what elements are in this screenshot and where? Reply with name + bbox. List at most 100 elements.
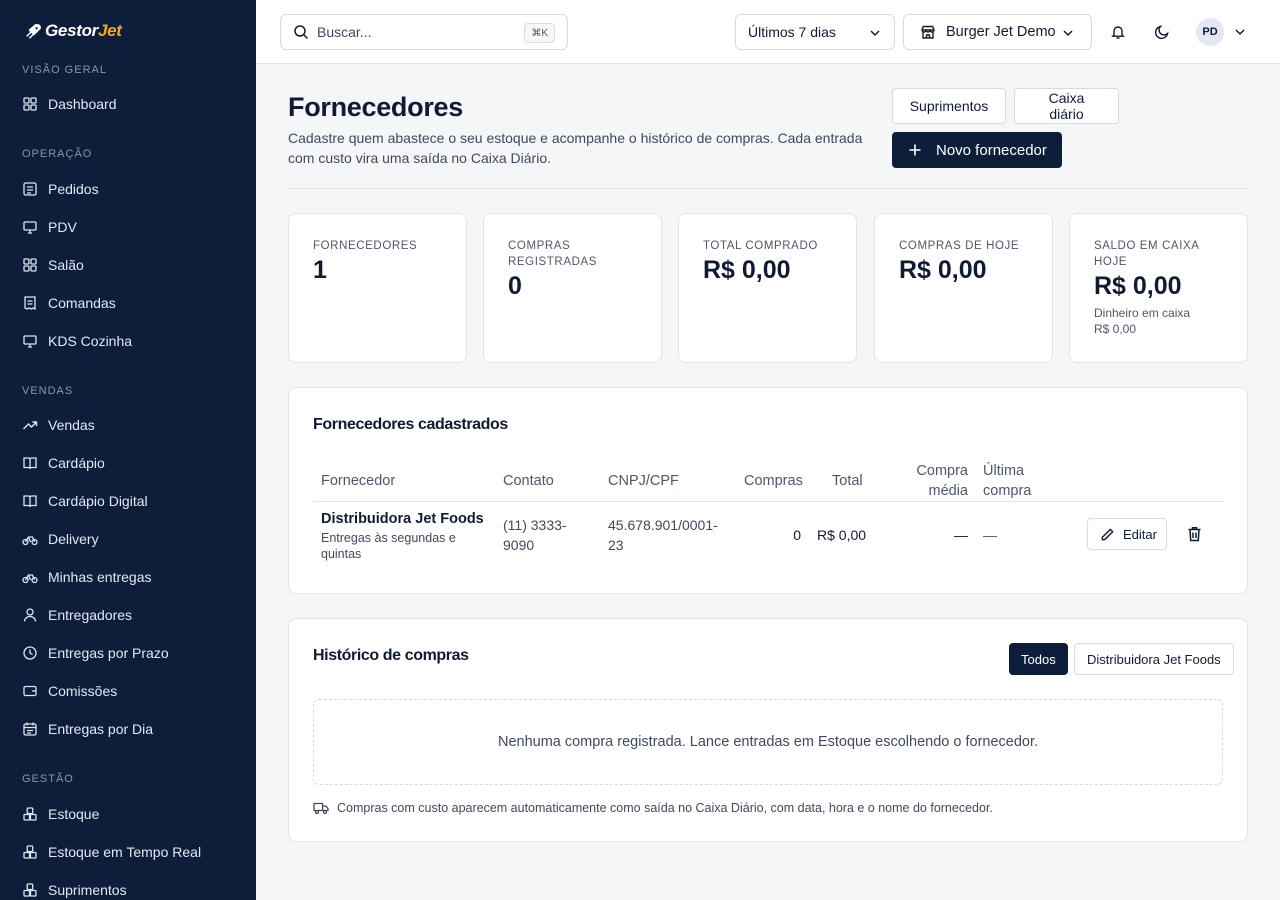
sidebar-item-entregadores[interactable]: Entregadores bbox=[22, 600, 242, 630]
boxes-icon bbox=[22, 844, 38, 860]
sidebar-item-label: Delivery bbox=[48, 531, 99, 547]
sidebar-item-label: Minhas entregas bbox=[48, 569, 152, 585]
col-fornecedor: Fornecedor bbox=[321, 473, 396, 489]
stat-value: R$ 0,00 bbox=[703, 256, 791, 284]
monitor-icon bbox=[22, 219, 38, 235]
sidebar-item-label: Salão bbox=[48, 257, 84, 273]
stat-value: 1 bbox=[313, 256, 327, 284]
truck-icon bbox=[313, 802, 329, 815]
search-input[interactable] bbox=[317, 24, 507, 40]
notifications-button[interactable] bbox=[1108, 22, 1128, 42]
sidebar-item-vendas[interactable]: Vendas bbox=[22, 410, 242, 440]
sidebar-item-label: Dashboard bbox=[48, 96, 117, 112]
stat-card-fornecedores: Fornecedores 1 bbox=[288, 213, 467, 363]
sidebar-item-suprimentos[interactable]: Suprimentos bbox=[22, 875, 242, 900]
sidebar-item-cardapio-digital[interactable]: Cardápio Digital bbox=[22, 486, 242, 516]
sidebar-item-label: Comissões bbox=[48, 683, 118, 699]
sidebar-item-dashboard[interactable]: Dashboard bbox=[22, 89, 242, 119]
sidebar-item-cardapio[interactable]: Cardápio bbox=[22, 448, 242, 478]
brand-logo[interactable]: GestorJet bbox=[24, 20, 122, 42]
section-vendas: Vendas bbox=[22, 385, 74, 397]
sidebar-item-estoque-tempo-real[interactable]: Estoque em Tempo Real bbox=[22, 837, 242, 867]
stat-value: R$ 0,00 bbox=[1094, 272, 1182, 300]
search-icon bbox=[294, 25, 309, 40]
supplier-ultima-compra: — bbox=[983, 527, 997, 543]
suprimentos-button[interactable]: Suprimentos bbox=[892, 88, 1006, 124]
caixa-diario-button[interactable]: Caixa diário bbox=[1014, 88, 1119, 124]
novo-fornecedor-button[interactable]: Novo fornecedor bbox=[892, 132, 1062, 168]
sidebar-item-pdv[interactable]: PDV bbox=[22, 212, 242, 242]
sidebar-item-entregas-por-prazo[interactable]: Entregas por Prazo bbox=[22, 638, 242, 668]
sidebar: GestorJet Visão geral Dashboard Operação… bbox=[0, 0, 256, 900]
sidebar-item-comissoes[interactable]: Comissões bbox=[22, 676, 242, 706]
sidebar-item-label: Cardápio bbox=[48, 455, 105, 471]
avatar[interactable]: PD bbox=[1196, 18, 1224, 46]
col-contato: Contato bbox=[503, 473, 554, 489]
edit-supplier-button[interactable]: Editar bbox=[1087, 518, 1167, 550]
bike-icon bbox=[22, 531, 38, 547]
stat-label: Fornecedores bbox=[313, 240, 418, 252]
sidebar-item-pedidos[interactable]: Pedidos bbox=[22, 174, 242, 204]
stat-card-total-comprado: Total comprado R$ 0,00 bbox=[678, 213, 857, 363]
grid-icon bbox=[22, 96, 38, 112]
stat-card-compras-de-hoje: Compras de hoje R$ 0,00 bbox=[874, 213, 1053, 363]
stat-label: Compras de hoje bbox=[899, 240, 1020, 252]
boxes-icon bbox=[22, 882, 38, 898]
brand-name: GestorJet bbox=[45, 21, 122, 40]
filter-todos[interactable]: Todos bbox=[1009, 643, 1068, 675]
sidebar-item-label: Pedidos bbox=[48, 181, 99, 197]
stat-label: Saldo em caixa hoje bbox=[1094, 240, 1199, 268]
top-header: ⌘K Últimos 7 dias Burger Jet Demo PD bbox=[256, 0, 1280, 64]
sidebar-item-kds-cozinha[interactable]: KDS Cozinha bbox=[22, 326, 242, 356]
receipt-icon bbox=[22, 295, 38, 311]
list-icon bbox=[22, 181, 38, 197]
col-compras: Compras bbox=[744, 473, 803, 489]
store-select[interactable]: Burger Jet Demo bbox=[903, 14, 1092, 50]
sidebar-item-label: Cardápio Digital bbox=[48, 493, 148, 509]
history-footnote: Compras com custo aparecem automaticamen… bbox=[313, 801, 993, 815]
history-card: Histórico de compras Todos Distribuidora… bbox=[288, 618, 1248, 842]
supplier-compras: 0 bbox=[793, 527, 801, 543]
user-menu-button[interactable] bbox=[1230, 22, 1250, 42]
pencil-icon bbox=[1101, 527, 1114, 540]
store-icon bbox=[921, 25, 935, 39]
monitor-icon bbox=[22, 333, 38, 349]
history-title: Histórico de compras bbox=[313, 647, 469, 664]
book-icon bbox=[22, 493, 38, 509]
theme-toggle-button[interactable] bbox=[1152, 22, 1172, 42]
sidebar-item-salao[interactable]: Salão bbox=[22, 250, 242, 280]
clock-icon bbox=[22, 645, 38, 661]
supplier-name: Distribuidora Jet Foods bbox=[321, 511, 484, 527]
sidebar-item-label: Estoque bbox=[48, 806, 100, 822]
store-select-value: Burger Jet Demo bbox=[946, 24, 1056, 40]
col-compra-media: Compra média bbox=[916, 463, 968, 499]
period-select[interactable]: Últimos 7 dias bbox=[735, 14, 895, 50]
grid-icon bbox=[22, 257, 38, 273]
trash-icon bbox=[1188, 527, 1200, 542]
stat-extra-value: R$ 0,00 bbox=[1094, 322, 1137, 336]
trend-icon bbox=[22, 417, 38, 433]
sidebar-item-comandas[interactable]: Comandas bbox=[22, 288, 242, 318]
sidebar-item-minhas-entregas[interactable]: Minhas entregas bbox=[22, 562, 242, 592]
plus-icon bbox=[909, 144, 921, 156]
moon-icon bbox=[1154, 25, 1169, 40]
edit-label: Editar bbox=[1123, 526, 1157, 542]
chevron-down-icon bbox=[870, 30, 880, 37]
sidebar-item-estoque[interactable]: Estoque bbox=[22, 799, 242, 829]
filter-distribuidora-jet-foods[interactable]: Distribuidora Jet Foods bbox=[1074, 643, 1234, 675]
header-divider bbox=[288, 188, 1248, 189]
supplier-note: Entregas às segundas e quintas bbox=[321, 531, 456, 561]
section-operacao: Operação bbox=[22, 148, 93, 160]
supplier-compra-media: — bbox=[954, 527, 968, 543]
page-subtitle: Cadastre quem abastece o seu estoque e a… bbox=[288, 130, 863, 166]
stat-value: 0 bbox=[508, 272, 522, 300]
sidebar-item-label: Entregas por Prazo bbox=[48, 645, 169, 661]
sidebar-item-delivery[interactable]: Delivery bbox=[22, 524, 242, 554]
sidebar-item-entregas-por-dia[interactable]: Entregas por Dia bbox=[22, 714, 242, 744]
search-box[interactable]: ⌘K bbox=[280, 14, 568, 50]
stat-value: R$ 0,00 bbox=[899, 256, 987, 284]
boxes-icon bbox=[22, 806, 38, 822]
delete-supplier-button[interactable] bbox=[1185, 525, 1203, 543]
search-shortcut: ⌘K bbox=[524, 23, 555, 43]
suppliers-card: Fornecedores cadastrados Fornecedor Cont… bbox=[288, 387, 1248, 594]
